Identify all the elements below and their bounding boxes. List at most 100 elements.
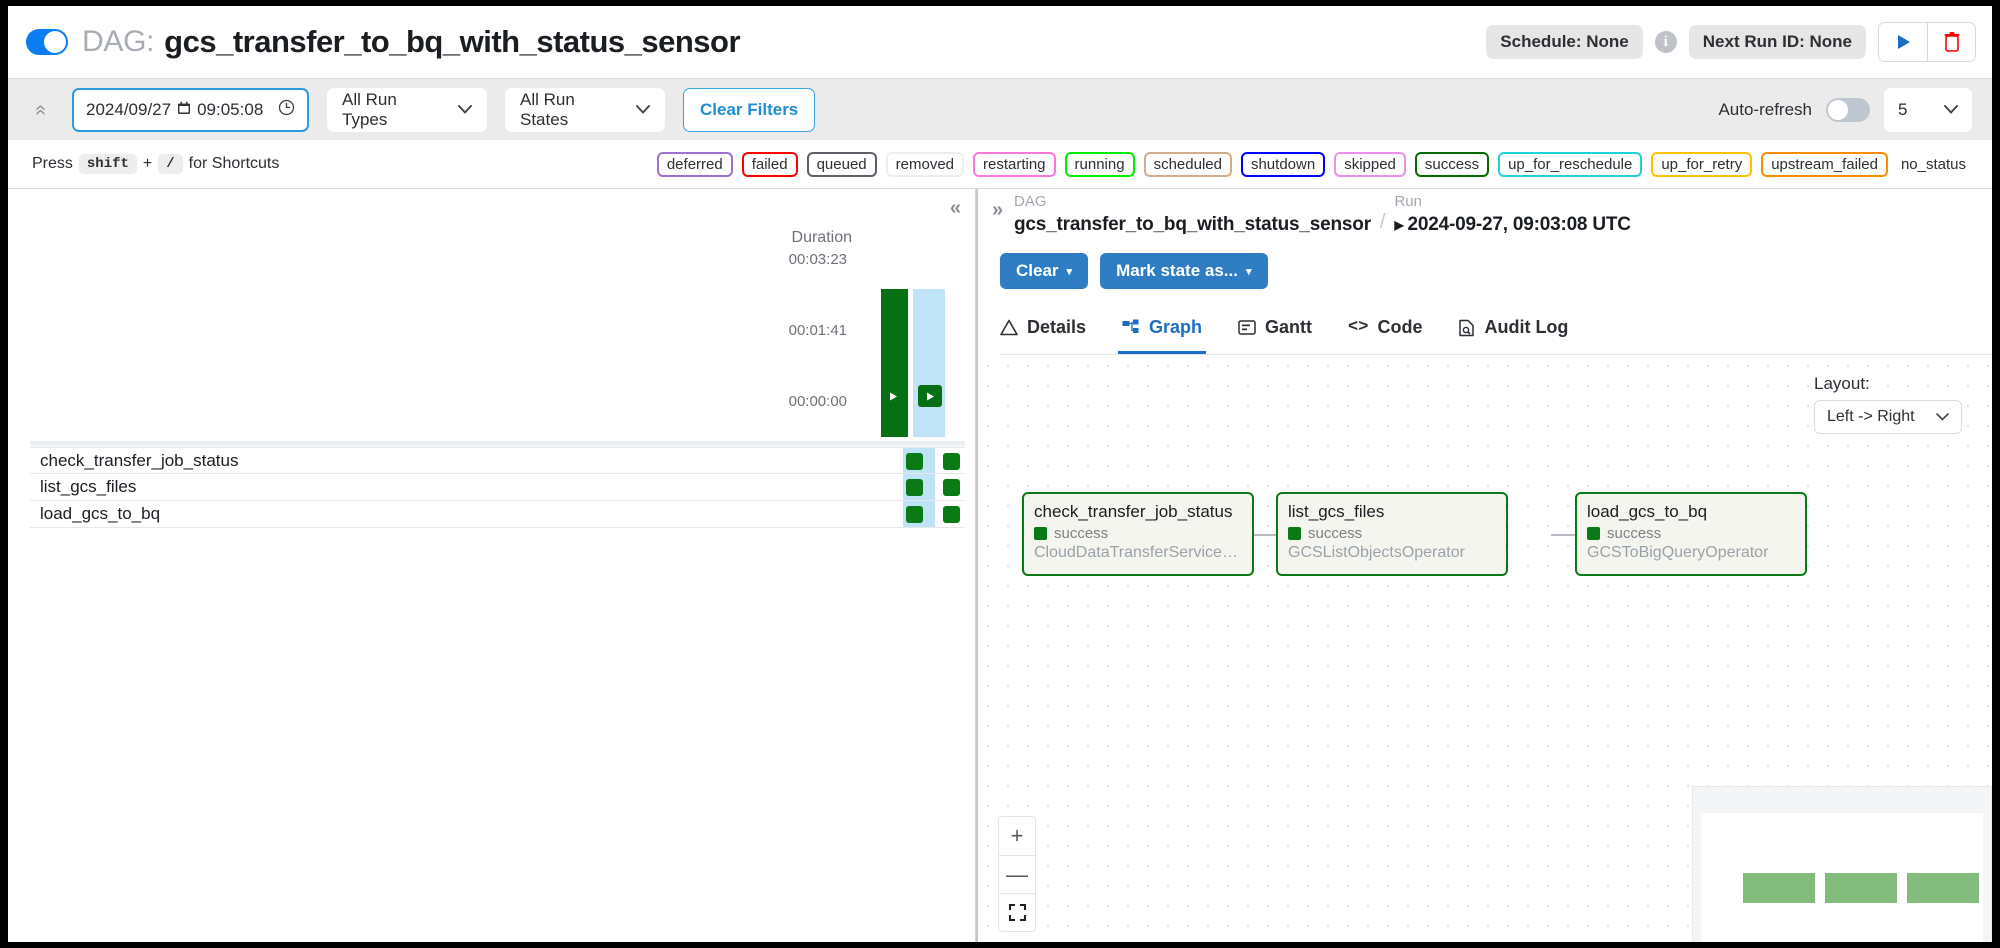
task-instance-square-success[interactable] xyxy=(943,453,960,470)
info-icon[interactable]: i xyxy=(1654,31,1677,53)
graph-node-list-gcs-files[interactable]: list_gcs_files success GCSListObjectsOpe… xyxy=(1276,492,1508,576)
state-chip-up-for-reschedule[interactable]: up_for_reschedule xyxy=(1498,151,1643,177)
tab-label: Code xyxy=(1377,317,1423,337)
tab-label: Graph xyxy=(1149,317,1203,337)
run-date-input[interactable]: 2024/09/27 09:05:08 xyxy=(72,87,309,132)
run-type-value: All Run Types xyxy=(342,89,397,129)
graph-minimap[interactable] xyxy=(1692,786,1992,942)
clock-icon[interactable] xyxy=(278,99,295,121)
state-chip-no-status[interactable]: no_status xyxy=(1897,154,1970,175)
graph-canvas[interactable]: Layout: Left -> Right check_transfer_job… xyxy=(978,356,1992,942)
collapse-grid-icon[interactable]: « xyxy=(950,197,961,220)
task-row[interactable]: list_gcs_files xyxy=(30,474,965,501)
state-chip-skipped[interactable]: skipped xyxy=(1334,151,1406,177)
mark-state-button[interactable]: Mark state as... ▾ xyxy=(1100,253,1268,289)
shortcut-hint: Press shift + / for Shortcuts xyxy=(32,154,279,174)
grid-panel: « Duration 00:03:23 00:01:41 00:00:00 ch… xyxy=(8,189,976,942)
layout-control: Layout: Left -> Right xyxy=(1814,374,1962,434)
zoom-in-button[interactable]: + xyxy=(999,817,1035,855)
detail-tabs: Details Graph Gantt <> Code Audit Log xyxy=(1000,301,1992,355)
state-chip-upstream-failed[interactable]: upstream_failed xyxy=(1761,151,1888,177)
clear-filters-button[interactable]: Clear Filters xyxy=(683,87,816,132)
task-instance-square-success[interactable] xyxy=(943,479,960,496)
main-content: « Duration 00:03:23 00:01:41 00:00:00 ch… xyxy=(8,188,1992,942)
expand-detail-icon[interactable]: » xyxy=(992,199,1003,222)
state-chip-shutdown[interactable]: shutdown xyxy=(1240,151,1326,177)
task-row[interactable]: load_gcs_to_bq xyxy=(30,501,965,528)
breadcrumb: DAG gcs_transfer_to_bq_with_status_senso… xyxy=(1014,191,1631,236)
task-instance-square-success[interactable] xyxy=(906,453,923,470)
node-operator: GCSToBigQueryOperator xyxy=(1587,544,1769,562)
run-type-select[interactable]: All Run Types xyxy=(327,87,487,132)
zoom-out-button[interactable]: — xyxy=(999,855,1035,893)
task-row[interactable]: check_transfer_job_status xyxy=(30,447,965,474)
state-chip-queued[interactable]: queued xyxy=(806,151,877,177)
duration-tick-0: 00:03:23 xyxy=(788,251,847,268)
task-instance-square-success[interactable] xyxy=(906,506,923,523)
breadcrumb-run[interactable]: Run ▶ 2024-09-27, 09:03:08 UTC xyxy=(1394,191,1631,236)
clear-button-label: Clear xyxy=(1016,261,1059,280)
breadcrumb-dag[interactable]: DAG gcs_transfer_to_bq_with_status_senso… xyxy=(1014,191,1371,236)
task-instance-square-success[interactable] xyxy=(906,479,923,496)
state-chip-scheduled[interactable]: scheduled xyxy=(1143,151,1232,177)
task-state-legend: deferred failed queued removed restarting run… xyxy=(656,151,1970,177)
refresh-interval-select[interactable]: 5 xyxy=(1884,87,1972,132)
calendar-icon[interactable] xyxy=(177,101,191,119)
state-chip-up-for-retry[interactable]: up_for_retry xyxy=(1651,151,1753,177)
breadcrumb-dag-value: gcs_transfer_to_bq_with_status_sensor xyxy=(1014,213,1371,235)
auto-refresh-toggle[interactable] xyxy=(1826,97,1870,122)
collapse-filters-icon[interactable]: « xyxy=(30,99,52,121)
run-marker-1[interactable] xyxy=(881,385,905,407)
state-chip-deferred[interactable]: deferred xyxy=(656,151,733,177)
toggle-knob xyxy=(44,31,66,53)
tab-graph[interactable]: Graph xyxy=(1118,301,1207,354)
node-operator: CloudDataTransferServiceJobSt… xyxy=(1034,544,1242,562)
toggle-knob xyxy=(1828,99,1848,120)
layout-select[interactable]: Left -> Right xyxy=(1814,400,1962,434)
next-run-id-badge: Next Run ID: None xyxy=(1688,25,1866,59)
chevron-down-icon xyxy=(1944,101,1958,118)
tab-details[interactable]: Details xyxy=(1000,301,1086,354)
tab-audit-log[interactable]: Audit Log xyxy=(1458,301,1568,354)
layout-value: Left -> Right xyxy=(1827,408,1915,425)
play-icon xyxy=(1898,35,1910,49)
state-chip-failed[interactable]: failed xyxy=(741,151,798,177)
dag-action-buttons xyxy=(1878,22,1976,62)
tab-code[interactable]: <> Code xyxy=(1348,301,1422,354)
graph-node-check-transfer-job-status[interactable]: check_transfer_job_status success CloudD… xyxy=(1022,492,1254,576)
delete-dag-button[interactable] xyxy=(1927,23,1975,61)
chevron-down-icon xyxy=(458,101,472,118)
clear-button[interactable]: Clear ▾ xyxy=(1000,253,1089,289)
state-chip-running[interactable]: running xyxy=(1064,151,1135,177)
tab-gantt[interactable]: Gantt xyxy=(1238,301,1312,354)
mark-state-button-label: Mark state as... xyxy=(1116,261,1238,280)
auto-refresh-label: Auto-refresh xyxy=(1718,99,1812,119)
duration-bar-run-1[interactable] xyxy=(881,289,908,437)
dag-pause-toggle[interactable] xyxy=(26,29,68,55)
node-state-label: success xyxy=(1607,525,1662,543)
header-actions: Schedule: None i Next Run ID: None xyxy=(1486,22,1976,62)
status-square-icon xyxy=(1288,527,1301,541)
edge-1 xyxy=(1252,534,1276,536)
shortcut-plus: + xyxy=(142,155,153,172)
page-header: DAG: gcs_transfer_to_bq_with_status_sens… xyxy=(8,6,1992,78)
duration-chart xyxy=(878,257,964,437)
graph-node-load-gcs-to-bq[interactable]: load_gcs_to_bq success GCSToBigQueryOper… xyxy=(1575,492,1807,576)
run-marker-2-selected[interactable] xyxy=(918,385,942,407)
task-name: check_transfer_job_status xyxy=(40,450,239,470)
fit-view-button[interactable] xyxy=(999,893,1035,931)
expand-run-icon[interactable]: ▶ xyxy=(1394,218,1403,232)
task-name: list_gcs_files xyxy=(40,477,137,496)
node-state-label: success xyxy=(1054,525,1109,543)
state-chip-restarting[interactable]: restarting xyxy=(973,151,1056,177)
run-state-select[interactable]: All Run States xyxy=(505,87,665,132)
state-chip-success[interactable]: success xyxy=(1414,151,1490,177)
status-square-icon xyxy=(1034,527,1047,541)
time-value: 09:05:08 xyxy=(197,99,264,119)
play-icon xyxy=(926,392,934,400)
trigger-dag-button[interactable] xyxy=(1879,23,1927,61)
minimap-viewport xyxy=(1701,813,1983,942)
state-chip-removed[interactable]: removed xyxy=(885,151,964,177)
task-instance-square-success[interactable] xyxy=(943,506,960,523)
dag-kicker-label: DAG: xyxy=(82,25,155,58)
